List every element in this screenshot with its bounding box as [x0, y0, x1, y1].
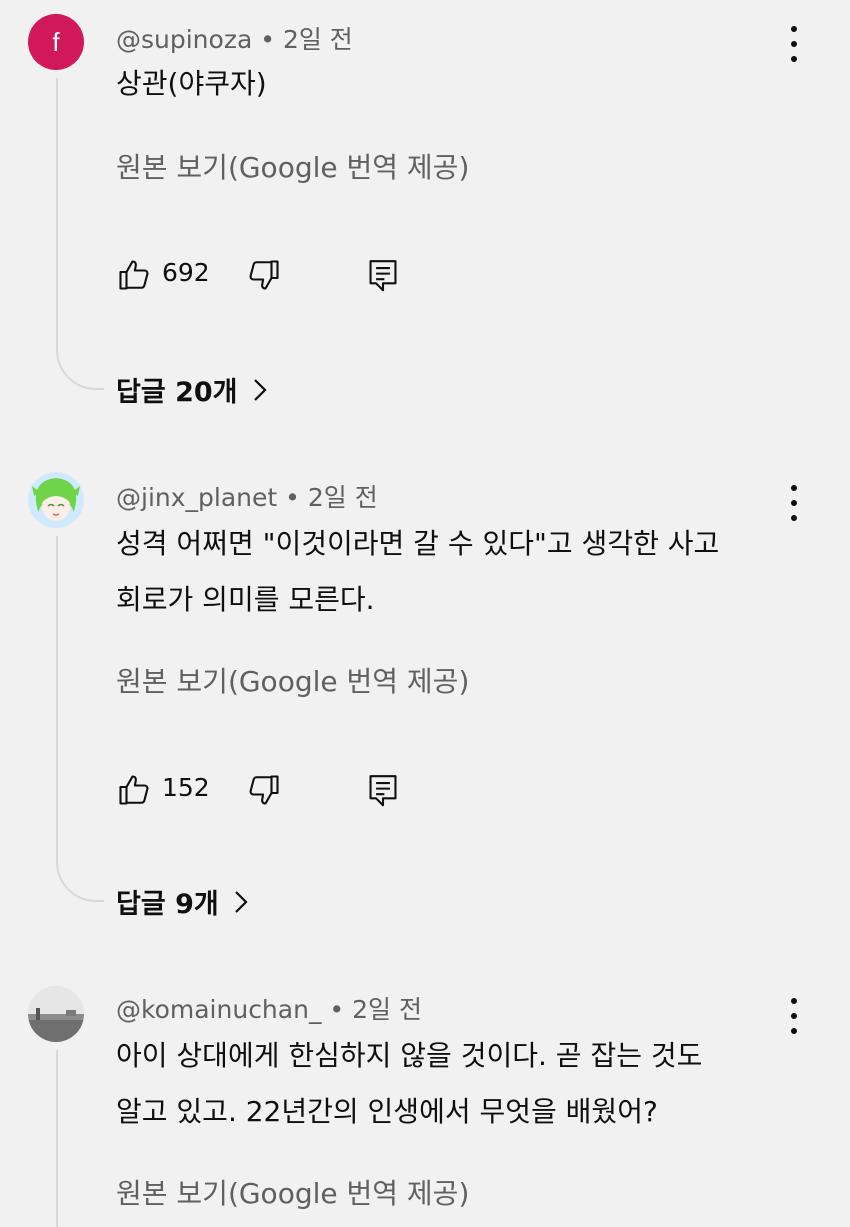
comment-text: 아이 상대에게 한심하지 않을 것이다. 곧 잡는 것도 알고 있고. 22년간…: [116, 1028, 796, 1140]
author-name[interactable]: @jinx_planet: [116, 483, 277, 512]
meta-separator: •: [260, 25, 275, 54]
comment-time: 2일 전: [352, 995, 422, 1024]
thread-line: [56, 1050, 58, 1227]
comment-text: 상관(야쿠자): [116, 56, 796, 112]
comment-actions: 152: [116, 770, 516, 810]
comment-text: 성격 어쩌면 "이것이라면 갈 수 있다"고 생각한 사고 회로가 의미를 모른…: [116, 516, 796, 628]
comment-actions: 692: [116, 255, 516, 295]
thumbs-up-icon: [119, 775, 149, 805]
comment-line: 아이 상대에게 한심하지 않을 것이다. 곧 잡는 것도: [116, 1039, 703, 1072]
comment-meta: @supinoza • 2일 전: [116, 20, 353, 56]
like-count: 692: [162, 258, 210, 287]
translate-link[interactable]: 원본 보기(Google 번역 제공): [116, 660, 469, 700]
author-name[interactable]: @supinoza: [116, 25, 252, 54]
replies-toggle[interactable]: 답글 9개: [116, 882, 249, 921]
reply-button[interactable]: [366, 255, 400, 295]
thread-line: [56, 78, 58, 348]
comment-time: 2일 전: [282, 25, 353, 54]
comment-line: 알고 있고. 22년간의 인생에서 무엇을 배웠어?: [116, 1095, 658, 1128]
avatar[interactable]: [28, 472, 84, 528]
reply-comment-icon: [369, 260, 397, 292]
comment-time: 2일 전: [307, 483, 378, 512]
like-button[interactable]: [116, 255, 152, 295]
chevron-right-icon: [233, 889, 249, 915]
like-count: 152: [162, 773, 210, 802]
replies-label: 답글 20개: [116, 377, 238, 408]
thread-curve: [56, 860, 104, 902]
avatar-image: [28, 472, 84, 528]
dislike-button[interactable]: [246, 770, 282, 810]
reply-comment-icon: [369, 775, 397, 807]
meta-separator: •: [329, 995, 345, 1024]
comment-line: 회로가 의미를 모른다.: [116, 583, 375, 616]
replies-toggle[interactable]: 답글 20개: [116, 370, 268, 409]
comment-line: 성격 어쩌면 "이것이라면 갈 수 있다"고 생각한 사고: [116, 527, 720, 560]
like-button[interactable]: [116, 770, 152, 810]
chevron-right-icon: [252, 377, 268, 403]
translate-link[interactable]: 원본 보기(Google 번역 제공): [116, 146, 469, 186]
dislike-button[interactable]: [246, 255, 282, 295]
author-name[interactable]: @komainuchan_: [116, 995, 321, 1024]
thread-curve: [56, 348, 104, 390]
thumbs-up-icon: [119, 260, 149, 290]
thread-line: [56, 536, 58, 860]
comment-meta: @komainuchan_ • 2일 전: [116, 990, 422, 1026]
avatar-image: [28, 986, 84, 1042]
reply-button[interactable]: [366, 770, 400, 810]
thumbs-down-icon: [249, 260, 279, 290]
avatar-letter: f: [52, 26, 60, 57]
avatar[interactable]: f: [28, 14, 84, 70]
replies-label: 답글 9개: [116, 889, 219, 920]
thumbs-down-icon: [249, 775, 279, 805]
translate-link[interactable]: 원본 보기(Google 번역 제공): [116, 1172, 469, 1212]
meta-separator: •: [285, 483, 300, 512]
comment-line: 상관(야쿠자): [116, 67, 267, 100]
avatar[interactable]: [28, 986, 84, 1042]
comment-meta: @jinx_planet • 2일 전: [116, 478, 378, 514]
